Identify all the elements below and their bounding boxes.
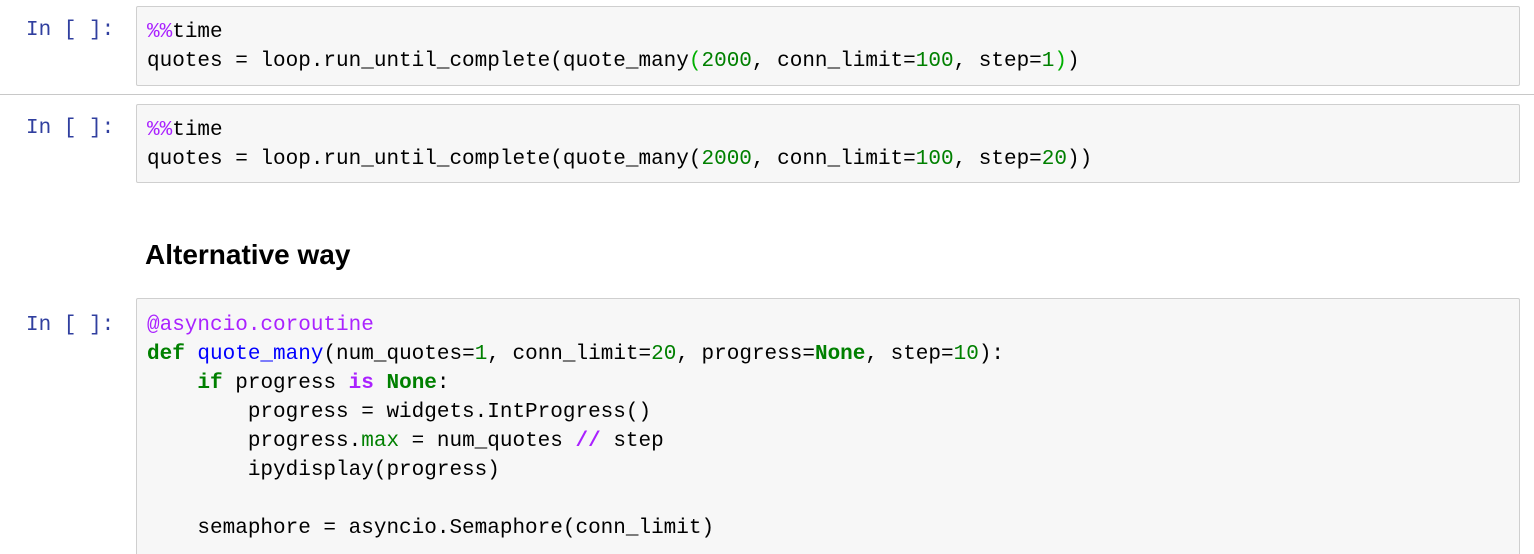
code-line: quotes = loop.run_until_complete(quote_m… xyxy=(147,145,1092,174)
number-token: 10 xyxy=(953,343,979,366)
code-token: , progress= xyxy=(676,343,815,366)
code-editor[interactable]: @asyncio.coroutine def quote_many(num_quo… xyxy=(147,311,1004,543)
code-input-area[interactable]: @asyncio.coroutine def quote_many(num_quo… xyxy=(136,298,1520,554)
code-editor[interactable]: %%time quotes = loop.run_until_complete(q… xyxy=(147,18,1080,76)
number-token: 1 xyxy=(1041,50,1055,73)
input-prompt: In [ ]: xyxy=(26,117,115,140)
bracket-highlight: ) xyxy=(1054,50,1067,73)
code-token: time xyxy=(172,21,223,44)
keyword-token: None xyxy=(386,372,437,395)
code-token: )) xyxy=(1067,148,1093,171)
code-line: %%time xyxy=(147,116,1092,145)
code-token: , step= xyxy=(953,148,1042,171)
bracket-highlight: ( xyxy=(688,50,702,73)
code-token: ): xyxy=(978,343,1005,366)
code-line: %%time xyxy=(147,18,1080,47)
code-line: ipydisplay(progress) xyxy=(147,456,1004,485)
code-line: semaphore = asyncio.Semaphore(conn_limit… xyxy=(147,514,1004,543)
code-input-area[interactable]: %%time quotes = loop.run_until_complete(q… xyxy=(136,104,1520,183)
code-input-area[interactable]: %%time quotes = loop.run_until_complete(q… xyxy=(136,6,1520,86)
keyword-token: if xyxy=(197,372,223,395)
code-token: progress. xyxy=(147,430,362,453)
operator-token: is xyxy=(348,372,374,395)
code-line: progress.max = num_quotes // step xyxy=(147,427,1004,456)
decorator-token: @asyncio.coroutine xyxy=(147,314,374,337)
number-token: 1 xyxy=(474,343,488,366)
number-token: 20 xyxy=(1041,148,1067,171)
code-token: , conn_limit= xyxy=(751,148,916,171)
magic-token: %% xyxy=(147,21,173,44)
number-token: 20 xyxy=(651,343,677,366)
code-line: @asyncio.coroutine xyxy=(147,311,1004,340)
code-token: = num_quotes xyxy=(399,430,576,453)
attribute-token: max xyxy=(361,430,400,453)
code-editor[interactable]: %%time quotes = loop.run_until_complete(q… xyxy=(147,116,1092,174)
input-prompt: In [ ]: xyxy=(26,314,115,337)
code-line: def quote_many(num_quotes=1, conn_limit=… xyxy=(147,340,1004,369)
code-line: progress = widgets.IntProgress() xyxy=(147,398,1004,427)
keyword-token: None xyxy=(814,343,866,366)
code-token: semaphore = asyncio.Semaphore(conn_limit… xyxy=(147,517,715,540)
function-name-token: quote_many xyxy=(197,343,324,366)
markdown-heading: Alternative way xyxy=(145,239,351,270)
operator-token: // xyxy=(575,430,601,453)
code-token: step xyxy=(600,430,664,453)
number-token: 2000 xyxy=(701,50,752,73)
number-token: 100 xyxy=(915,148,954,171)
code-token: ) xyxy=(1067,50,1080,73)
keyword-token: def xyxy=(147,343,185,366)
code-token: : xyxy=(436,372,450,395)
code-token: (num_quotes= xyxy=(323,343,475,366)
code-line: if progress is None: xyxy=(147,369,1004,398)
magic-token: %% xyxy=(147,119,173,142)
code-token: , conn_limit= xyxy=(751,50,916,73)
input-prompt: In [ ]: xyxy=(26,19,115,42)
code-token: quotes = loop.run_until_complete(quote_m… xyxy=(147,148,702,171)
code-line: quotes = loop.run_until_complete(quote_m… xyxy=(147,47,1080,76)
code-token: progress xyxy=(222,372,349,395)
code-token: ipydisplay(progress) xyxy=(147,459,500,482)
code-token: quotes = loop.run_until_complete(quote_m… xyxy=(147,50,689,73)
code-token: , step= xyxy=(953,50,1042,73)
code-token: , step= xyxy=(865,343,954,366)
number-token: 100 xyxy=(915,50,954,73)
code-token: progress = widgets.IntProgress() xyxy=(147,401,652,424)
number-token: 2000 xyxy=(701,148,752,171)
code-token: time xyxy=(172,119,223,142)
code-token: , conn_limit= xyxy=(487,343,652,366)
